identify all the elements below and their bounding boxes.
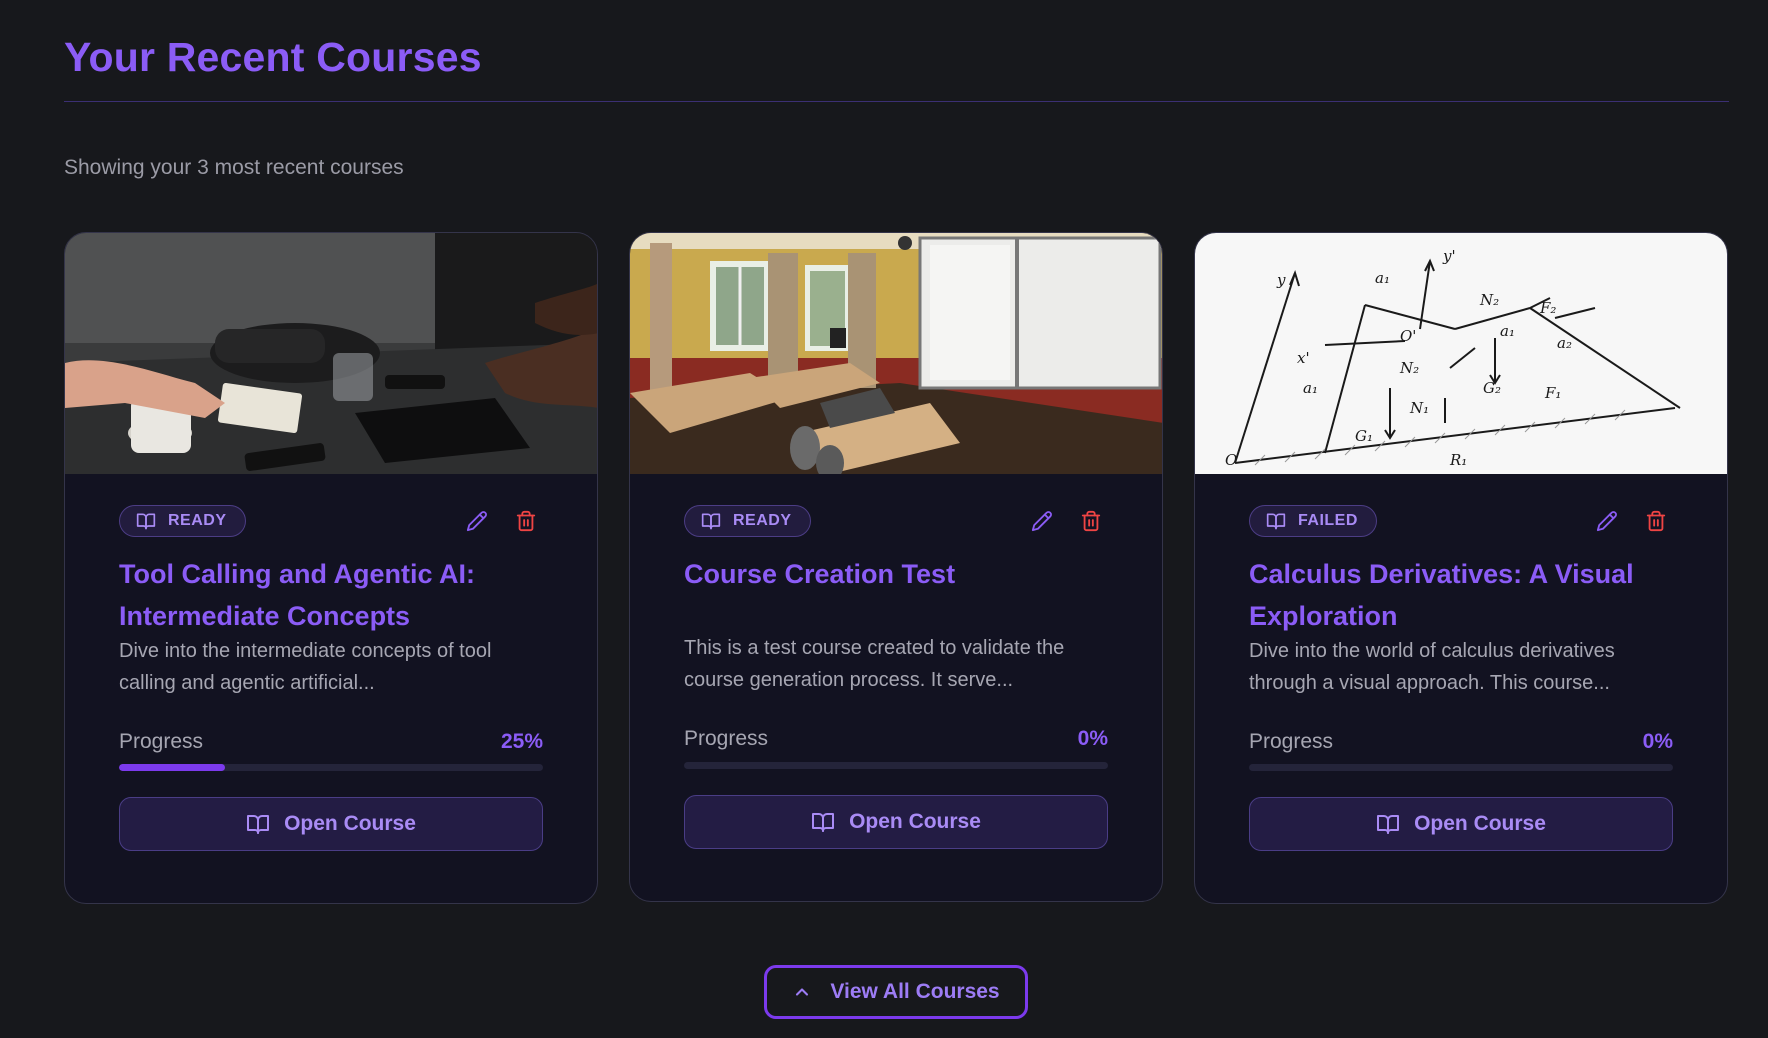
open-course-label: Open Course — [849, 810, 981, 833]
course-card: a₁ y y' x' a₁ O' N₂ N₂ F₂ a₁ a₂ G₂ F₁ N₁… — [1194, 232, 1728, 904]
status-label: READY — [733, 512, 792, 529]
status-badge: READY — [119, 505, 246, 537]
title-divider — [64, 101, 1729, 102]
progress-label: Progress — [684, 727, 769, 750]
course-card: READY Course Creation Test This is a tes… — [629, 232, 1163, 902]
course-title[interactable]: Tool Calling and Agentic AI: Intermediat… — [119, 553, 549, 637]
course-card: READY Tool Calling and Agentic AI: Inter… — [64, 232, 598, 904]
book-open-icon — [701, 513, 721, 530]
svg-text:G₁: G₁ — [1355, 427, 1373, 445]
svg-text:G₂: G₂ — [1483, 379, 1501, 397]
svg-text:F₁: F₁ — [1544, 384, 1561, 402]
progress-value: 25% — [500, 730, 543, 753]
classroom-image — [630, 233, 1162, 474]
status-badge: FAILED — [1249, 505, 1377, 537]
course-title[interactable]: Calculus Derivatives: A Visual Explorati… — [1249, 553, 1679, 637]
open-course-label: Open Course — [284, 812, 416, 835]
pencil-icon — [466, 511, 487, 532]
view-all-label: View All Courses — [830, 980, 1000, 1003]
svg-text:F₂: F₂ — [1539, 299, 1556, 317]
progress-label: Progress — [1249, 730, 1334, 753]
view-all-courses-button[interactable]: View All Courses — [764, 965, 1028, 1019]
progress-fill — [119, 764, 225, 771]
delete-button[interactable] — [1642, 507, 1670, 535]
book-open-icon — [1377, 815, 1400, 834]
open-course-label: Open Course — [1414, 812, 1546, 835]
edit-button[interactable] — [463, 507, 491, 535]
course-thumbnail: a₁ y y' x' a₁ O' N₂ N₂ F₂ a₁ a₂ G₂ F₁ N₁… — [1195, 233, 1727, 474]
svg-text:y': y' — [1442, 247, 1456, 265]
svg-text:x': x' — [1297, 349, 1310, 367]
book-open-icon — [812, 813, 835, 832]
book-open-icon — [1266, 513, 1286, 530]
svg-text:N₂: N₂ — [1399, 359, 1419, 377]
progress-bar — [119, 764, 543, 771]
svg-text:O: O — [1225, 451, 1237, 469]
edit-button[interactable] — [1593, 507, 1621, 535]
status-label: READY — [168, 512, 227, 529]
trash-icon — [1646, 510, 1666, 532]
delete-button[interactable] — [512, 507, 540, 535]
svg-text:N₁: N₁ — [1409, 399, 1429, 417]
meeting-table-image — [65, 233, 597, 474]
chevron-up-icon — [796, 988, 809, 996]
open-course-button[interactable]: Open Course — [1249, 797, 1673, 851]
book-open-icon — [247, 815, 270, 834]
course-thumbnail — [65, 233, 597, 474]
course-description: Dive into the world of calculus derivati… — [1249, 640, 1615, 694]
course-description: Dive into the intermediate concepts of t… — [119, 640, 492, 694]
progress-label: Progress — [119, 730, 204, 753]
svg-text:a₂: a₂ — [1557, 334, 1572, 352]
svg-text:a₁: a₁ — [1375, 269, 1390, 287]
svg-text:O': O' — [1400, 327, 1416, 345]
svg-text:N₂: N₂ — [1479, 291, 1499, 309]
course-title[interactable]: Course Creation Test — [684, 553, 1114, 595]
progress-bar — [1249, 764, 1673, 771]
page-title: Your Recent Courses — [64, 34, 482, 80]
svg-text:a₁: a₁ — [1500, 322, 1515, 340]
pencil-icon — [1596, 511, 1617, 532]
trash-icon — [1081, 510, 1101, 532]
edit-button[interactable] — [1028, 507, 1056, 535]
delete-button[interactable] — [1077, 507, 1105, 535]
pencil-icon — [1031, 511, 1052, 532]
trash-icon — [516, 510, 536, 532]
page-subtitle: Showing your 3 most recent courses — [64, 156, 404, 179]
physics-diagram-image: a₁ y y' x' a₁ O' N₂ N₂ F₂ a₁ a₂ G₂ F₁ N₁… — [1195, 233, 1727, 474]
progress-value: 0% — [1642, 730, 1673, 753]
status-badge: READY — [684, 505, 811, 537]
open-course-button[interactable]: Open Course — [684, 795, 1108, 849]
progress-value: 0% — [1077, 727, 1108, 750]
svg-text:a₁: a₁ — [1303, 379, 1318, 397]
status-label: FAILED — [1298, 512, 1358, 529]
course-thumbnail — [630, 233, 1162, 474]
svg-text:R₁: R₁ — [1449, 451, 1467, 469]
progress-bar — [684, 762, 1108, 769]
open-course-button[interactable]: Open Course — [119, 797, 543, 851]
course-description: This is a test course created to validat… — [684, 637, 1065, 691]
svg-text:y: y — [1276, 271, 1286, 289]
book-open-icon — [136, 513, 156, 530]
